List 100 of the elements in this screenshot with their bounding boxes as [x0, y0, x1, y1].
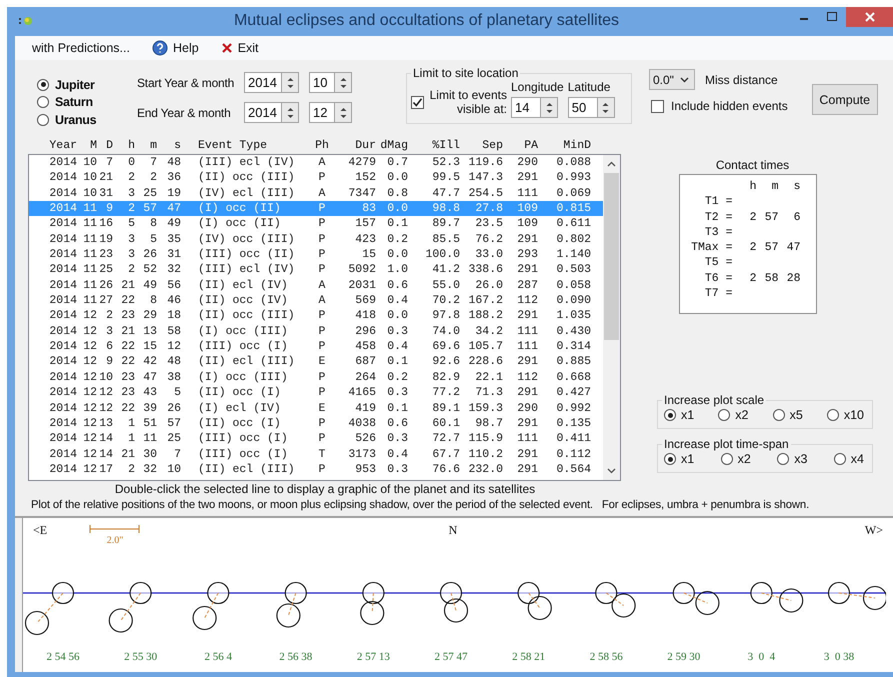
table-cell-text: 109 [516, 216, 538, 232]
radio-button[interactable] [826, 409, 839, 421]
table-cell-text: 105.7 [467, 339, 503, 354]
radio-button[interactable] [37, 78, 49, 91]
radio-label[interactable]: Jupiter [55, 78, 95, 92]
table-cell-text: 26 [98, 278, 113, 294]
table-row[interactable]: 2014 11 25 2 52 32 (III) ecl (IV) P 5092 1.0 41.2 338.6 291 0.503 [29, 262, 603, 278]
radio-button[interactable] [834, 453, 846, 465]
table-cell-text: 3 [127, 232, 135, 248]
table-cell-text: 0.3 [386, 431, 408, 447]
radio-label[interactable]: Saturn [55, 95, 93, 110]
radio-label[interactable]: x10 [844, 408, 864, 422]
moon-pair-drawing [750, 582, 804, 613]
radio-label[interactable]: x2 [735, 408, 748, 422]
checkbox[interactable] [651, 100, 664, 112]
group-title: Increase plot time-span [663, 437, 790, 451]
table-row[interactable]: 2014 12 9 22 42 48 (II) ecl (III) E 687 0.1 92.6 228.6 291 0.885 [29, 354, 603, 370]
scrollbar-thumb[interactable] [604, 173, 619, 340]
table-row[interactable]: 2014 12 14 1 11 25 (III) occ (I) P 526 0.3 72.7 115.9 111 0.411 [29, 431, 603, 447]
table-row[interactable]: 2014 12 3 21 13 58 (I) occ (III) P 296 0.3 74.0 34.2 111 0.430 [29, 324, 603, 340]
table-row[interactable]: 2014 10 21 2 2 36 (II) occ (III) P 152 0.0 99.5 147.3 291 0.993 [29, 170, 603, 186]
checkbox[interactable] [411, 96, 424, 108]
table-cell-text: 12 [82, 339, 97, 354]
field-label: Longitude [511, 80, 564, 94]
spin-field[interactable]: 2014 [244, 102, 282, 123]
table-cell-text: 0.8 [386, 186, 408, 202]
radio-button[interactable] [37, 96, 49, 108]
radio-label[interactable]: Uranus [55, 112, 96, 127]
table-row[interactable]: 2014 12 17 2 32 10 (II) ecl (III) P 953 0.3 76.6 232.0 291 0.564 [29, 462, 603, 478]
table-row[interactable]: 2014 12 6 22 15 12 (III) occ (I) P 458 0.4 69.6 105.7 111 0.314 [29, 339, 603, 354]
close-button[interactable] [846, 7, 893, 27]
spin-button[interactable] [335, 102, 352, 123]
table-row[interactable]: 2014 12 13 1 51 57 (II) occ (I) P 4038 0.6 60.1 98.7 291 0.135 [29, 416, 603, 432]
table-cell-text: 15 [361, 247, 376, 262]
radio-button[interactable] [772, 409, 785, 421]
compute-button[interactable]: Compute [812, 84, 878, 115]
table-row[interactable]: 2014 12 2 23 29 18 (II) occ (III) P 418 0.0 97.8 188.2 291 1.035 [29, 308, 603, 324]
radio-label[interactable]: x3 [794, 452, 808, 466]
table-row[interactable]: 2014 11 16 5 8 49 (I) occ (II) P 157 0.1 89.7 23.5 109 0.611 [29, 216, 603, 232]
table-cell-text: 8 [149, 293, 157, 308]
miss-distance-dropdown[interactable]: 0.0" [649, 69, 695, 90]
menu-item[interactable]: Exit [220, 40, 259, 55]
table-row[interactable]: 2014 11 19 3 5 35 (IV) occ (III) P 423 0.2 85.5 76.2 291 0.802 [29, 232, 603, 248]
table-cell-text: 109 [516, 201, 538, 216]
table-row[interactable]: 2014 10 7 0 7 48 (III) ecl (IV) A 4279 0.7 52.3 119.6 290 0.088 [29, 155, 603, 170]
menu-item[interactable]: Help [152, 40, 199, 56]
close-icon [864, 12, 874, 22]
spin-field[interactable]: 10 [309, 72, 335, 93]
spin-button[interactable] [598, 97, 615, 118]
table-cell-text: 12 [82, 385, 97, 400]
spin-field[interactable]: 14 [511, 97, 541, 118]
table-row[interactable]: 2014 12 10 23 47 38 (I) occ (III) P 264 0.2 82.9 22.1 112 0.668 [29, 370, 603, 386]
table-cell-text: 11 [82, 278, 97, 294]
table-row[interactable]: 2014 12 12 22 39 26 (I) ecl (IV) E 419 0.1 89.1 159.3 290 0.992 [29, 400, 603, 416]
radio-button[interactable] [777, 453, 790, 465]
time-label: 2 59 30 [667, 651, 700, 663]
radio-label[interactable]: x4 [850, 452, 864, 466]
table-cell-text: 7 [149, 155, 157, 170]
radio-label[interactable]: x1 [681, 452, 694, 466]
table-cell-text: 85.5 [431, 232, 460, 248]
table-cell-text: 0.411 [555, 431, 591, 447]
table-cell-text: 0.611 [555, 216, 591, 232]
spin-field[interactable]: 2014 [244, 72, 282, 93]
table-row[interactable]: 2014 11 23 3 26 31 (III) occ (II) P 15 0.0 100.0 33.0 293 1.140 [29, 247, 603, 262]
table-cell-text: 4165 [347, 385, 376, 400]
table-cell-text: 11 [82, 293, 97, 308]
table-row[interactable]: 2014 11 26 21 49 56 (II) ecl (IV) A 2031 0.6 55.0 26.0 287 0.058 [29, 278, 603, 294]
radio-button[interactable] [37, 114, 49, 126]
radio-label[interactable]: x1 [681, 408, 694, 422]
scroll-down-icon[interactable] [607, 468, 616, 474]
table-cell-text: 41.2 [431, 262, 460, 278]
spin-button[interactable] [335, 72, 352, 93]
radio-button[interactable] [720, 453, 733, 465]
table-row[interactable]: 2014 12 12 23 43 5 (II) occ (I) P 4165 0.3 77.2 71.3 291 0.427 [29, 385, 603, 400]
scrollbar[interactable] [603, 155, 620, 480]
scroll-up-icon[interactable] [607, 161, 616, 167]
table-cell-text: (II) occ (IV) [197, 293, 289, 308]
spin-button[interactable] [541, 97, 558, 118]
table-row[interactable]: 2014 11 27 22 8 46 (II) occ (IV) A 569 0.4 70.2 167.2 112 0.090 [29, 293, 603, 308]
table-row[interactable]: 2014 12 14 21 30 7 (III) occ (I) T 3173 0.4 67.7 110.2 291 0.112 [29, 446, 603, 462]
table-cell-text: 1.140 [555, 247, 591, 262]
radio-label[interactable]: x2 [738, 452, 751, 466]
radio-button[interactable] [664, 409, 676, 421]
time-label: 2 57 13 [356, 651, 390, 663]
radio-button[interactable] [718, 409, 730, 421]
checkbox-label[interactable]: Include hidden events [671, 99, 788, 113]
table-cell-text: 19 [166, 186, 181, 202]
menu-item[interactable]: with Predictions... [32, 40, 130, 55]
table-cell-text: 2014 [48, 232, 77, 248]
spin-field[interactable]: 50 [568, 97, 598, 118]
contact-value: 58 [764, 270, 778, 286]
table-cell-text: P [318, 262, 326, 278]
checkbox-label[interactable]: Limit to events visible at: [429, 88, 507, 116]
radio-button[interactable] [664, 453, 676, 465]
radio-label[interactable]: x5 [790, 408, 803, 422]
spin-button[interactable] [282, 102, 299, 123]
spin-button[interactable] [282, 72, 299, 93]
table-row[interactable]: 2014 10 31 3 25 19 (IV) ecl (III) A 7347 0.8 47.7 254.5 111 0.069 [29, 186, 603, 202]
table-cell-text: 291 [516, 262, 538, 278]
spin-field[interactable]: 12 [309, 102, 335, 123]
